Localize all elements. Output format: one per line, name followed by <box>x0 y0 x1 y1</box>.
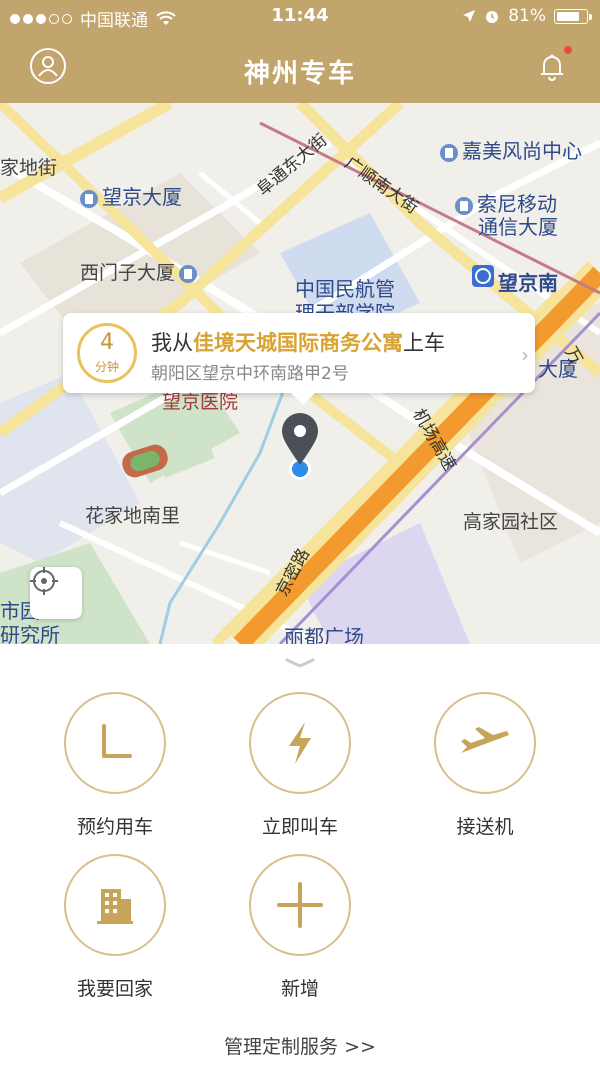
crosshair-icon <box>30 567 58 595</box>
services-sheet: 预约用车 立即叫车 接送机 我要回家 新增 管理定制服务 >> <box>0 644 600 1068</box>
pickup-address: 朝阳区望京中环南路甲2号 <box>151 364 349 384</box>
service-schedule-ride[interactable]: 预约用车 <box>45 692 185 839</box>
map-label-wangjing-dasha: 望京大厦 <box>80 181 182 210</box>
poi-icon <box>179 264 198 283</box>
manage-custom-services-link[interactable]: 管理定制服务 >> <box>0 1032 600 1059</box>
map-label-gaojia: 高家园社区 <box>463 511 559 533</box>
battery-icon <box>554 8 592 24</box>
service-icon-ring <box>64 854 166 956</box>
plus-icon <box>277 882 323 928</box>
service-add-new[interactable]: 新增 <box>230 854 370 1001</box>
locate-me-button[interactable] <box>30 567 82 619</box>
notifications-button[interactable] <box>534 46 572 84</box>
eta-unit: 分钟 <box>94 360 119 374</box>
airplane-icon <box>461 727 509 753</box>
poi-icon <box>440 143 458 162</box>
chevron-right-icon: › <box>521 343 529 367</box>
pickup-callout[interactable]: 4 分钟 我从佳境天城国际商务公寓上车 朝阳区望京中环南路甲2号 › <box>63 313 535 405</box>
status-right: 81% <box>462 6 592 26</box>
map-label-wangjing-nan: 望京南 <box>498 271 558 295</box>
poi-icon <box>80 189 98 208</box>
service-icon-ring <box>434 692 536 794</box>
map-label-yanjiusuo: 研究所 <box>0 623 60 644</box>
service-icon-ring <box>64 692 166 794</box>
page-title: 神州专车 <box>243 59 356 89</box>
app-header: 中国联通 11:44 81% 神州专车 <box>0 0 600 103</box>
pickup-title: 我从佳境天城国际商务公寓上车 <box>151 331 445 355</box>
map-label-ximenzi: 西门子大厦 <box>80 258 201 285</box>
chevron-down-icon[interactable] <box>285 658 315 668</box>
service-label: 新增 <box>280 978 319 1000</box>
map-label-jiadijie: 家地街 <box>0 157 58 179</box>
service-call-now[interactable]: 立即叫车 <box>230 692 370 839</box>
map-label-suoni2: 通信大厦 <box>478 215 558 239</box>
map-label-lidu: 丽都广场 <box>284 625 364 644</box>
service-icon-ring <box>249 692 351 794</box>
building-icon <box>97 889 133 924</box>
poi-icon <box>455 196 473 215</box>
status-bar: 中国联通 11:44 81% <box>0 0 600 34</box>
location-arrow-icon <box>463 10 476 22</box>
eta-value: 4 <box>100 330 114 355</box>
eta-badge: 4 分钟 <box>77 323 137 383</box>
service-icon-ring <box>249 854 351 956</box>
service-label: 立即叫车 <box>261 816 338 838</box>
service-label: 预约用车 <box>76 816 153 838</box>
notification-dot <box>564 46 572 54</box>
map-label-jiamei: 嘉美风尚中心 <box>440 135 582 164</box>
map-view[interactable]: 嘉美风尚中心 家地街 望京大厦 阜通东大街 广顺南大街 索尼移动 通信大厦 西门… <box>0 103 600 644</box>
bell-icon <box>541 54 563 81</box>
service-label: 接送机 <box>456 816 514 838</box>
clock-icon <box>102 724 132 758</box>
lightning-icon <box>289 722 311 764</box>
alarm-icon <box>486 11 499 23</box>
battery-percent: 81% <box>508 6 546 26</box>
pickup-place: 佳境天城国际商务公寓 <box>193 331 403 355</box>
service-go-home[interactable]: 我要回家 <box>45 854 185 1001</box>
map-label-huajia: 花家地南里 <box>85 505 181 527</box>
service-label: 我要回家 <box>76 978 153 1000</box>
service-airport-transfer[interactable]: 接送机 <box>415 692 555 839</box>
